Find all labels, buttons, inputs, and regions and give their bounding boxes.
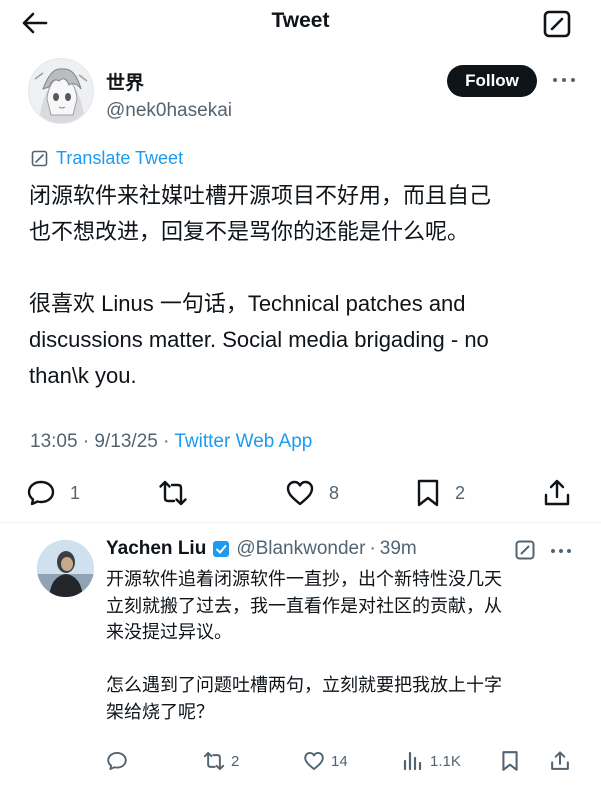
reply-author-name[interactable]: Yachen Liu: [106, 538, 206, 560]
bookmark-count: 2: [455, 482, 466, 503]
translate-label: Translate Tweet: [56, 147, 184, 168]
more-icon: [553, 78, 575, 82]
separator-dot: ·: [369, 538, 376, 559]
like-button[interactable]: 8: [285, 475, 339, 511]
tweet-author: 世界 @nek0hasekai Follow: [28, 58, 581, 128]
like-icon: [286, 480, 314, 506]
page-title: Tweet: [271, 9, 330, 32]
reply-line: 怎么遇到了问题吐槽两句，立刻就要把我放上十字: [106, 675, 502, 695]
reply-like-button[interactable]: 14: [303, 748, 348, 774]
reply-icon: [27, 480, 55, 506]
share-button[interactable]: [543, 475, 571, 511]
divider: [0, 522, 601, 523]
like-icon: [304, 751, 324, 771]
more-icon: [551, 549, 571, 553]
reply-retweet-button[interactable]: 2: [203, 748, 239, 774]
reply-view-count: 1.1K: [430, 752, 461, 770]
tweet-text: 闭源软件来社媒吐槽开源项目不好用，而且自己 也不想改进，回复不是骂你的还能是什么…: [29, 178, 589, 394]
bookmark-button[interactable]: 2: [415, 475, 465, 511]
reply-edit-button[interactable]: [515, 540, 535, 560]
compose-button[interactable]: [543, 10, 571, 38]
reply-tweet[interactable]: Yachen Liu @Blankwonder · 39m 开源软件追着闭源软件…: [0, 530, 601, 800]
reply-share-button[interactable]: [550, 748, 570, 774]
tweet-line: 也不想改进，回复不是骂你的还能是什么呢。: [29, 219, 470, 244]
share-icon: [544, 479, 570, 506]
reply-line: 架给烧了呢？: [106, 701, 214, 722]
bookmark-icon: [502, 751, 518, 771]
more-options-button[interactable]: [549, 72, 579, 88]
translate-tweet-link[interactable]: Translate Tweet: [31, 147, 183, 169]
reply-views-button[interactable]: 1.1K: [402, 748, 461, 774]
reply-header: Yachen Liu @Blankwonder · 39m: [106, 538, 417, 560]
reply-line: 来没提过异议。: [106, 622, 232, 642]
reply-bookmark-button[interactable]: [500, 748, 520, 774]
share-icon: [551, 751, 569, 770]
tweet-line: 很喜欢 Linus 一句话，Technical patches and: [29, 291, 466, 316]
tweet-source[interactable]: Twitter Web App: [174, 431, 312, 452]
avatar[interactable]: [28, 58, 94, 124]
reply-actions: 2 14 1.1K: [106, 748, 576, 774]
retweet-button[interactable]: [158, 475, 202, 511]
reply-button[interactable]: 1: [26, 475, 80, 511]
person-photo-avatar: [37, 540, 94, 597]
compose-icon: [543, 10, 571, 38]
reply-line: 开源软件追着闭源软件一直抄，出个新特性没几天: [106, 569, 502, 589]
tweet-line: 闭源软件来社媒吐槽开源项目不好用，而且自己: [29, 183, 492, 208]
tweet-timestamp[interactable]: 13:05 · 9/13/25 ·: [30, 431, 174, 452]
reply-text: 开源软件追着闭源软件一直抄，出个新特性没几天 立刻就搬了过去，我一直看作是对社区…: [106, 566, 584, 725]
tweet-line: than\k you.: [29, 363, 137, 388]
author-name[interactable]: 世界: [106, 68, 144, 95]
follow-button[interactable]: Follow: [447, 65, 537, 97]
anime-avatar-image: [29, 59, 93, 123]
retweet-icon: [203, 751, 225, 771]
top-bar: Tweet: [0, 0, 601, 46]
reply-retweet-count: 2: [231, 752, 240, 770]
reply-icon: [107, 751, 127, 771]
tweet-line: discussions matter. Social media brigadi…: [29, 327, 489, 352]
reply-like-count: 14: [331, 752, 348, 770]
translate-icon: [31, 150, 48, 166]
tweet-actions: 1 8 2: [26, 475, 578, 511]
reply-count: 1: [70, 482, 81, 503]
reply-author-handle[interactable]: @Blankwonder: [236, 538, 365, 560]
avatar[interactable]: [37, 540, 94, 597]
author-handle[interactable]: @nek0hasekai: [106, 100, 232, 122]
reply-timestamp[interactable]: 39m: [380, 538, 417, 560]
bookmark-icon: [417, 479, 439, 507]
like-count: 8: [329, 482, 340, 503]
retweet-icon: [159, 480, 187, 506]
verified-icon: [212, 540, 230, 558]
reply-more-button[interactable]: [548, 544, 574, 556]
reply-reply-button[interactable]: [106, 748, 134, 774]
views-icon: [403, 751, 422, 771]
reply-line: 立刻就搬了过去，我一直看作是对社区的贡献，从: [106, 595, 502, 616]
tweet-metadata: 13:05 · 9/13/25 · Twitter Web App: [30, 431, 312, 453]
compose-icon: [515, 540, 535, 560]
